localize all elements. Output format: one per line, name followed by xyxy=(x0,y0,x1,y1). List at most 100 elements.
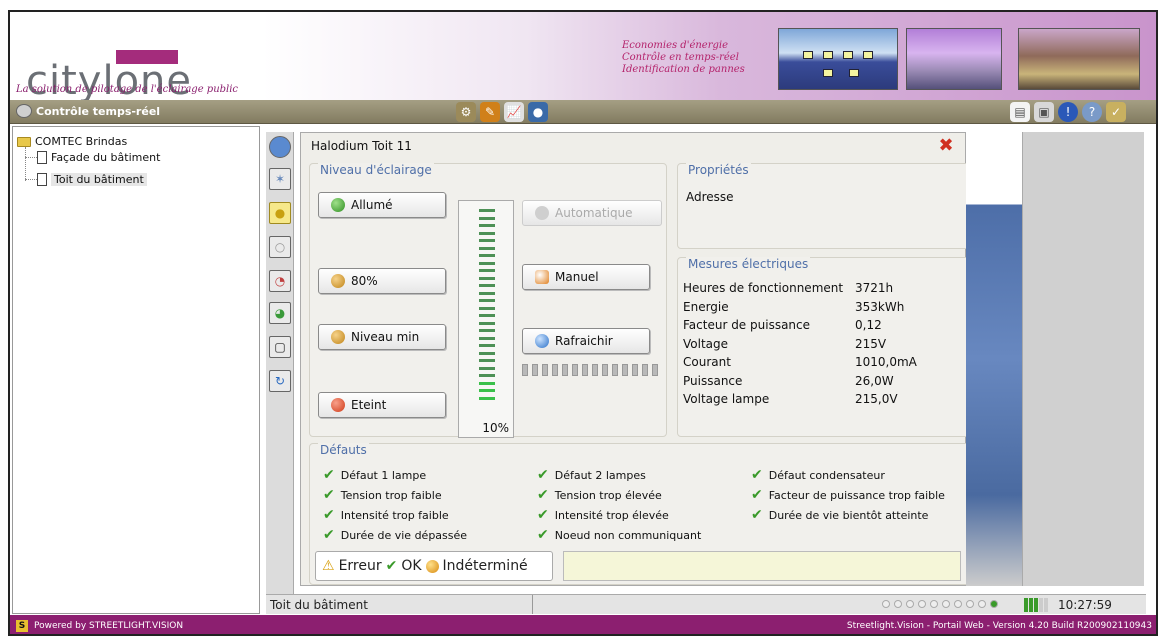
document-icon[interactable]: ▤ xyxy=(1010,102,1030,122)
check-icon: ✔ xyxy=(323,507,335,523)
min-level-label: Niveau min xyxy=(351,330,420,344)
legend-undetermined: Indéterminé xyxy=(442,558,528,574)
connection-dot xyxy=(882,600,890,608)
slogans: Economies d'énergie Contrôle en temps-ré… xyxy=(622,40,745,76)
help-icon[interactable]: ? xyxy=(1082,102,1102,122)
side-panel xyxy=(1022,132,1144,586)
tree-root[interactable]: COMTEC Brindas xyxy=(17,135,127,148)
check-icon: ✔ xyxy=(537,487,549,503)
header-photo-building xyxy=(778,28,898,90)
default-item-label: Défaut 1 lampe xyxy=(340,468,427,482)
header-photo-streetlights xyxy=(906,28,1002,90)
address-label: Adresse xyxy=(686,190,734,204)
refresh-icon[interactable]: ↻ xyxy=(269,370,291,392)
check-icon: ✔ xyxy=(323,487,335,503)
off-button[interactable]: Eteint xyxy=(318,392,446,418)
orange-dot-icon xyxy=(331,274,345,288)
red-dot-icon xyxy=(331,398,345,412)
default-item-label: Durée de vie dépassée xyxy=(340,528,468,542)
globe-icon[interactable]: ● xyxy=(528,102,548,122)
min-level-button[interactable]: Niveau min xyxy=(318,324,446,350)
map-icon[interactable]: ✶ xyxy=(269,168,291,190)
default-item: ✔ Tension trop élevée xyxy=(537,487,662,503)
check-icon: ✔ xyxy=(323,527,335,543)
gauge-bar xyxy=(479,381,495,385)
default-item-label: Intensité trop élevée xyxy=(554,508,669,522)
document-icon xyxy=(37,173,47,186)
progress-segment xyxy=(632,364,638,376)
globe-icon[interactable] xyxy=(269,136,291,158)
alert-icon[interactable]: ! xyxy=(1058,102,1078,122)
connection-dot xyxy=(918,600,926,608)
tree-item-facade[interactable]: Façade du bâtiment xyxy=(37,151,160,164)
default-item-label: Défaut 2 lampes xyxy=(554,468,646,482)
eighty-percent-button[interactable]: 80% xyxy=(318,268,446,294)
status-path: Toit du bâtiment xyxy=(270,598,368,612)
folder-icon xyxy=(17,136,31,147)
realtime-icon xyxy=(16,104,32,118)
gauge-bar xyxy=(479,291,495,295)
lamp-on-icon[interactable]: ● xyxy=(269,202,291,224)
on-button-label: Allumé xyxy=(351,198,393,212)
close-icon[interactable]: ✖ xyxy=(937,137,955,155)
settings-icon[interactable]: ⚙ xyxy=(456,102,476,122)
chart-icon[interactable]: 📈 xyxy=(504,102,524,122)
gauge-bar xyxy=(479,396,495,400)
tree-connector xyxy=(25,179,37,180)
lamp-dialog: Halodium Toit 11 ✖ Niveau d'éclairage Al… xyxy=(300,132,973,586)
default-item: ✔ Intensité trop élevée xyxy=(537,507,669,523)
status-time: 10:27:59 xyxy=(1058,598,1112,612)
logout-icon[interactable]: ✓ xyxy=(1106,102,1126,122)
logo-text: citylone xyxy=(26,58,193,104)
gauge-bar xyxy=(479,336,495,340)
box-icon[interactable]: ▣ xyxy=(1034,102,1054,122)
refresh-button[interactable]: Rafraichir xyxy=(522,328,650,354)
gauge-bar xyxy=(479,366,495,370)
select-icon[interactable]: ▢ xyxy=(269,336,291,358)
on-button[interactable]: Allumé xyxy=(318,192,446,218)
measure-label: Voltage lampe xyxy=(683,392,770,406)
progress-segment xyxy=(642,364,648,376)
document-icon xyxy=(37,151,47,164)
default-item: ✔ Défaut condensateur xyxy=(751,467,885,483)
check-icon: ✔ xyxy=(751,507,763,523)
lighting-group: Niveau d'éclairage Allumé 80% Niveau min… xyxy=(309,163,667,438)
dialog-title: Halodium Toit 11 xyxy=(311,139,412,153)
gauge-bar xyxy=(479,246,495,250)
connection-dot xyxy=(906,600,914,608)
progress-segment xyxy=(522,364,528,376)
auto-button[interactable]: Automatique xyxy=(522,200,662,226)
measure-row: Facteur de puissance 0,12 xyxy=(683,318,923,332)
off-button-label: Eteint xyxy=(351,398,387,412)
check-icon: ✔ xyxy=(323,467,335,483)
tree-panel: COMTEC Brindas Façade du bâtiment Toit d… xyxy=(12,126,260,614)
connection-dots xyxy=(882,600,998,608)
gauge-bar xyxy=(479,269,495,272)
tagline: La solution de pilotage de l'éclairage p… xyxy=(16,84,239,95)
auto-icon xyxy=(535,206,549,220)
measure-label: Energie xyxy=(683,299,729,314)
progress-segment xyxy=(552,364,558,376)
tree-item-toit[interactable]: Toit du bâtiment xyxy=(37,173,147,186)
measure-label: Facteur de puissance xyxy=(683,318,811,332)
default-item: ✔ Défaut 1 lampe xyxy=(323,467,426,483)
undetermined-icon xyxy=(425,559,439,573)
schedule-icon[interactable]: ◔ xyxy=(269,270,291,292)
refresh-button-label: Rafraichir xyxy=(555,334,613,348)
default-item: ✔ Facteur de puissance trop faible xyxy=(751,487,945,503)
lamp-off-icon[interactable]: ○ xyxy=(269,236,291,258)
timer-icon[interactable]: ◕ xyxy=(269,302,291,324)
check-icon: ✔ xyxy=(751,467,763,483)
status-legend: ⚠ Erreur ✔ OK Indéterminé xyxy=(315,551,553,581)
connection-dot xyxy=(990,600,998,608)
photo-window xyxy=(823,51,833,59)
lighting-group-title: Niveau d'éclairage xyxy=(318,163,434,177)
manual-button[interactable]: Manuel xyxy=(522,264,650,290)
status-bar: Toit du bâtiment 10:27:59 xyxy=(266,594,1146,614)
default-item: ✔ Intensité trop faible xyxy=(323,507,449,523)
green-dot-icon xyxy=(331,198,345,212)
photo-window xyxy=(823,69,833,77)
toolbar-title: Contrôle temps-réel xyxy=(16,104,160,118)
check-icon: ✔ xyxy=(537,527,549,543)
edit-icon[interactable]: ✎ xyxy=(480,102,500,122)
